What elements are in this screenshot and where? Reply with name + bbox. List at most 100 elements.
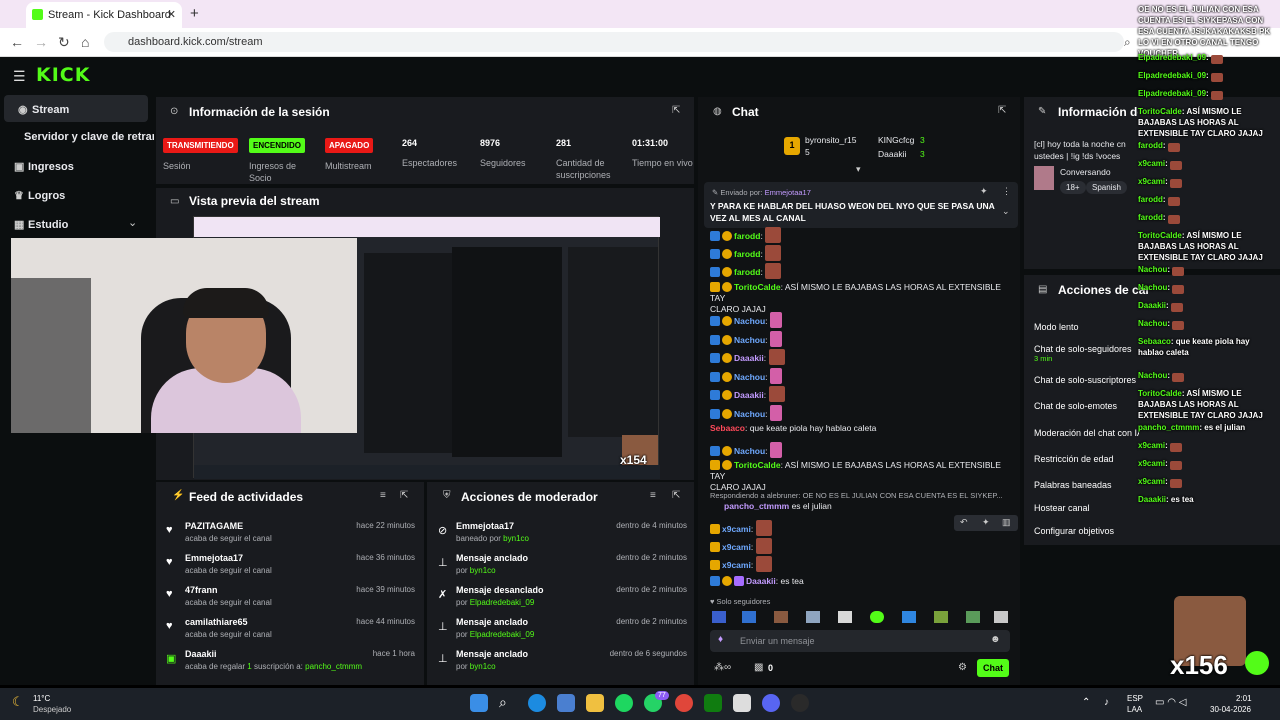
kick-logo[interactable]: KICK [36,64,90,86]
unpin-icon[interactable]: ✦ [980,186,988,197]
windows-start-icon[interactable] [470,694,488,712]
sidebar-item-achievements[interactable]: ♛ Logros [14,189,65,202]
sidebar-item-studio[interactable]: ▦ Estudio [14,218,68,231]
channel-action-item[interactable]: Restricción de edad [1034,454,1139,465]
mod-by-user[interactable]: byn1co [470,662,496,671]
filter-icon[interactable]: ≡ [650,490,656,501]
mod-by-user[interactable]: Elpadredebaki_09 [470,630,535,639]
feed-username[interactable]: Daaakii [185,649,217,659]
emote-icon[interactable] [838,611,852,623]
url-field[interactable]: dashboard.kick.com/stream [104,32,1124,52]
channel-action-item[interactable]: Hostear canal [1034,503,1139,514]
expand-icon[interactable]: ▾ [856,164,861,175]
category-name[interactable]: Conversando [1060,167,1111,178]
pinned-author[interactable]: Emmejotaa17 [765,188,811,197]
search-icon[interactable]: ⌕ [499,694,517,712]
chat-message[interactable]: Nachou: [710,312,1010,328]
feed-username[interactable]: Emmejotaa17 [185,553,243,563]
chat-message[interactable]: Nachou: [710,442,1010,458]
chat-username[interactable]: pancho_ctmmm [724,501,789,511]
chat-username[interactable]: x9cami [722,524,751,534]
top-gifter-name[interactable]: byronsito_r15 [805,135,857,146]
mic-icon[interactable]: ♪ [1104,697,1109,708]
top-gifter-name[interactable]: Daaakii [878,149,906,160]
chat-username[interactable]: Nachou [734,446,765,456]
battery-icon[interactable]: ▭ ◠ ◁ [1155,697,1186,708]
chat-username[interactable]: Nachou [734,409,765,419]
top-gifter-name[interactable]: KINGcfcg [878,135,914,146]
chat-username[interactable]: x9cami [722,560,751,570]
emote-icon[interactable] [934,611,948,623]
sidebar-item-stream[interactable]: ◉ Stream [4,95,148,122]
popout-icon[interactable]: ⇱ [672,490,680,501]
filter-icon[interactable]: ≡ [380,490,386,501]
reload-icon[interactable]: ↻ [58,34,70,51]
obs-icon[interactable] [791,694,809,712]
channel-action-item[interactable]: Chat de solo-suscriptores [1034,375,1139,386]
chat-message[interactable]: Nachou: [710,331,1010,347]
chat-username[interactable]: ToritoCalde [734,282,781,292]
popout-icon[interactable]: ⇱ [400,490,408,501]
chat-username[interactable]: Daaakii [734,390,764,400]
store-icon[interactable] [557,694,575,712]
mic-icon[interactable]: ♦ [718,634,723,645]
browser-tab[interactable]: Stream - Kick Dashboard ✕ [26,2,182,28]
chat-message[interactable]: Nachou: [710,405,1010,421]
chat-input[interactable]: ♦ Enviar un mensaje ☻ [710,630,1010,652]
chat-username[interactable]: farodd [734,231,760,241]
channel-action-item[interactable]: Chat de solo-emotes [1034,401,1139,412]
chat-message[interactable]: Daaakii: [710,349,1010,365]
sidebar-item-income[interactable]: ▣ Ingresos [14,160,74,173]
channel-action-item[interactable]: Palabras baneadas [1034,480,1139,491]
edge-icon[interactable] [528,694,546,712]
folder-icon[interactable] [586,694,604,712]
xbox-icon[interactable] [704,694,722,712]
feed-username[interactable]: camilathiare65 [185,617,248,627]
forward-icon[interactable]: → [34,34,48,50]
send-chat-button[interactable]: Chat [977,659,1009,677]
emoji-icon[interactable]: ☻ [990,634,1001,645]
settings-icon[interactable]: ⁂∞ [714,662,731,673]
sidebar-item-server-key[interactable]: Servidor y clave de retransm [24,131,154,143]
pin-icon[interactable]: ✦ [982,517,990,528]
chat-username[interactable]: x9cami [722,542,751,552]
emote-icon[interactable] [742,611,756,623]
chat-message[interactable]: farodd: [710,245,1010,261]
chat-username[interactable]: Nachou [734,335,765,345]
channel-action-item[interactable]: Configurar objetivos [1034,526,1139,537]
close-tab-icon[interactable]: ✕ [167,8,176,21]
emote-icon[interactable] [712,611,726,623]
chevron-up-icon[interactable]: ⌃ [1082,697,1090,708]
home-icon[interactable]: ⌂ [81,34,89,50]
chrome-icon[interactable] [675,694,693,712]
chat-message[interactable]: x9cami: [710,556,772,572]
gear-icon[interactable]: ⚙ [958,662,967,673]
chat-message[interactable]: Nachou: [710,368,1010,384]
channel-action-item[interactable]: Modo lento [1034,322,1139,333]
feed-username[interactable]: 47frann [185,585,218,595]
mod-by-user[interactable]: byn1co [503,534,529,543]
emote-icon[interactable] [966,611,980,623]
chat-message[interactable]: x9cami: [710,538,772,554]
chat-username[interactable]: farodd [734,267,760,277]
discord-icon[interactable] [762,694,780,712]
pinned-message[interactable]: ✎ Enviado por: Emmejotaa17 Y PARA KE HAB… [704,182,1018,228]
emote-icon[interactable] [902,611,916,623]
chat-username[interactable]: farodd [734,249,760,259]
chat-message[interactable]: x9cami: [710,520,772,536]
chat-message[interactable]: Daaakii: [710,386,1010,402]
new-tab-icon[interactable]: + [190,5,199,22]
emote-icon[interactable] [870,611,884,623]
emote-icon[interactable] [994,611,1008,623]
chat-username[interactable]: Daaakii [746,576,776,586]
channel-action-item[interactable]: Chat de solo-seguidores [1034,344,1139,355]
reply-icon[interactable]: ↶ [960,517,968,528]
back-icon[interactable]: ← [10,34,24,50]
more-icon[interactable]: ⋮ [1002,186,1011,197]
chat-username[interactable]: Nachou [734,372,765,382]
feed-username[interactable]: PAZITAGAME [185,521,243,531]
chat-message[interactable]: ToritoCalde: ASÍ MISMO LE BAJABAS LAS HO… [710,460,1010,493]
chat-message[interactable]: Sebaaco: que keate piola hay hablao cale… [710,423,1010,434]
chevron-down-icon[interactable]: ⌄ [1002,206,1010,217]
chat-message[interactable]: ToritoCalde: ASÍ MISMO LE BAJABAS LAS HO… [710,282,1010,315]
